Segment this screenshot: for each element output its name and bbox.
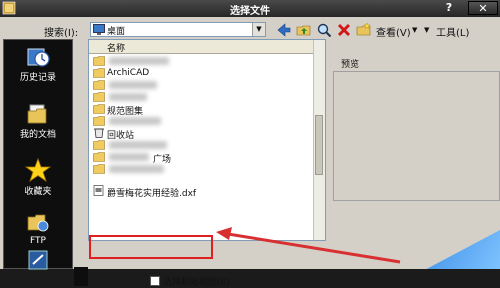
divider — [74, 267, 88, 286]
select-initial-view-option[interactable]: 选择初始视图(E) — [150, 275, 230, 288]
checkbox-label: 选择初始视图(E) — [163, 278, 230, 288]
select-initial-view-checkbox[interactable] — [150, 276, 160, 286]
annotation-arrow — [216, 227, 401, 264]
